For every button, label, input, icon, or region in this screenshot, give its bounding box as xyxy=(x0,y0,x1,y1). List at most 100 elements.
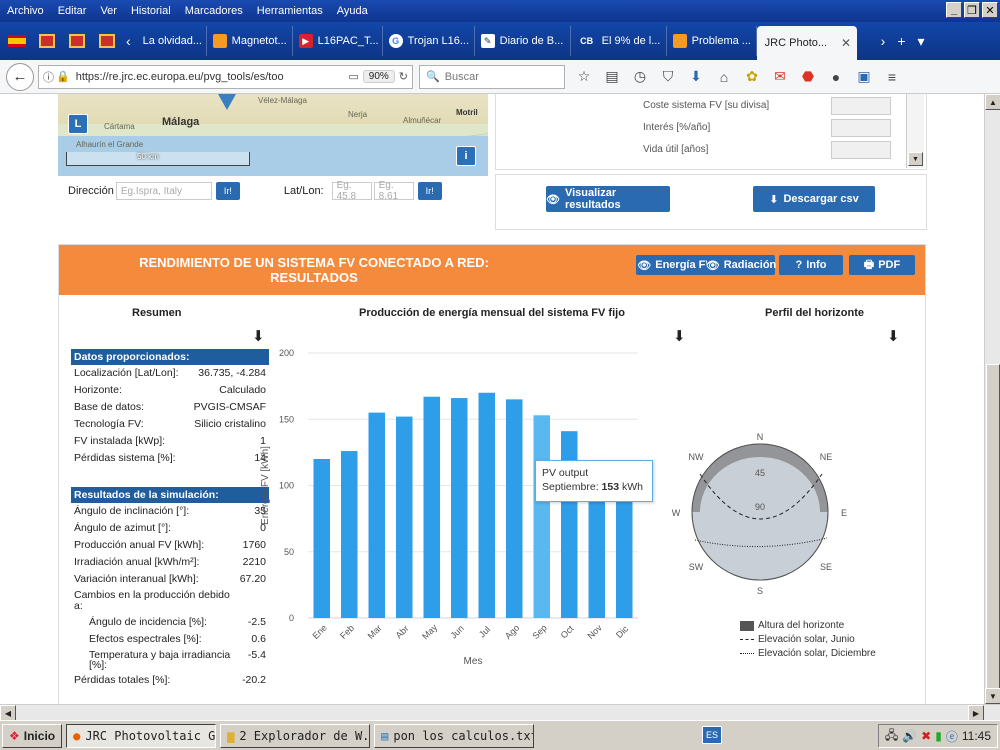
tab-active[interactable]: JRC Photo... ✕ xyxy=(756,26,857,60)
navigation-bar: ← ⓘ 🔒 https://re.jrc.ec.europa.eu/pvg_to… xyxy=(0,60,1000,94)
tab-1[interactable]: Magnetot... xyxy=(207,26,293,56)
url-text[interactable]: https://re.jrc.ec.europa.eu/pvg_tools/es… xyxy=(76,71,349,83)
language-indicator[interactable]: ES xyxy=(702,726,722,744)
hamburger-menu-icon[interactable]: ≡ xyxy=(883,69,901,85)
tab-6[interactable]: Problema ... xyxy=(667,26,757,56)
tab-2[interactable]: ▶ L16PAC_T... xyxy=(293,26,383,56)
menu-marcadores[interactable]: Marcadores xyxy=(178,5,250,17)
pinned-tab-1[interactable] xyxy=(34,28,60,54)
start-button[interactable]: ❖ Inicio xyxy=(2,723,63,748)
scroll-up-icon[interactable]: ▲ xyxy=(985,94,1000,110)
map-marker-icon[interactable] xyxy=(218,94,236,110)
menu-ver[interactable]: Ver xyxy=(93,5,124,17)
page-vertical-scrollbar[interactable]: ▲ ▼ xyxy=(984,94,1000,734)
map-town-label: Alhaurín el Grande xyxy=(76,140,144,149)
taskbar-notepad[interactable]: ▤ pon los calculos.txt ... xyxy=(374,723,535,748)
home-icon[interactable]: ⌂ xyxy=(715,69,733,85)
panel-scrollbar[interactable]: ▼ xyxy=(906,94,924,168)
chevron-left-icon[interactable]: ‹ xyxy=(120,33,137,49)
mail-icon[interactable]: ✉ xyxy=(771,68,789,85)
radiation-button[interactable]: 👁 Radiación xyxy=(706,255,776,275)
security-icon[interactable]: ✖ xyxy=(921,729,931,743)
back-button[interactable]: ← xyxy=(6,62,34,91)
lon-input[interactable]: Eg. 8.61 xyxy=(373,180,414,202)
tooltip-value: 153 xyxy=(601,481,620,493)
extension-icon[interactable]: ✿ xyxy=(743,68,761,85)
menu-historial[interactable]: Historial xyxy=(124,5,178,17)
row-label: Irradiación anual [kWh/m²]: xyxy=(74,556,200,568)
close-tab-icon[interactable]: ✕ xyxy=(841,36,851,50)
taskbar-explorer[interactable]: ▆ 2 Explorador de W... xyxy=(220,723,371,748)
network-icon[interactable]: 🖧 xyxy=(885,726,898,747)
ie-icon[interactable]: ⓔ xyxy=(946,728,958,745)
ring-45-label: 45 xyxy=(755,468,765,478)
tab-list-icon[interactable]: ▾ xyxy=(912,33,931,50)
bar xyxy=(368,412,385,618)
address-go-button[interactable]: Ir! xyxy=(215,182,240,200)
download-icon[interactable]: ⬇ xyxy=(687,68,705,85)
reload-icon[interactable]: ↻ xyxy=(399,70,408,83)
url-bar[interactable]: ⓘ 🔒 https://re.jrc.ec.europa.eu/pvg_tool… xyxy=(38,64,413,89)
info-button[interactable]: ? Info xyxy=(779,255,843,275)
tab-5[interactable]: CB El 9% de l... xyxy=(571,26,667,56)
new-tab-icon[interactable]: + xyxy=(891,33,911,49)
extension-2-icon[interactable]: ● xyxy=(827,69,845,85)
close-window-button[interactable]: ✕ xyxy=(982,2,998,18)
window-controls: _ ❐ ✕ xyxy=(946,2,998,18)
summary-title: Resumen xyxy=(132,307,182,319)
visualize-results-button[interactable]: 👁 Visualizar resultados xyxy=(546,186,670,212)
signal-icon[interactable]: ▮ xyxy=(935,729,942,743)
download-chart-icon[interactable]: ⬇ xyxy=(673,327,686,345)
pinned-tab-spain[interactable] xyxy=(4,28,30,54)
pinned-tab-2[interactable] xyxy=(64,28,90,54)
tab-4[interactable]: ✎ Diario de B... xyxy=(475,26,571,56)
notification-icon[interactable]: ▣ xyxy=(855,68,873,85)
menu-ayuda[interactable]: Ayuda xyxy=(330,5,375,17)
menu-herramientas[interactable]: Herramientas xyxy=(250,5,330,17)
scroll-down-icon[interactable]: ▼ xyxy=(908,152,923,166)
restore-button[interactable]: ❐ xyxy=(964,2,980,18)
reader-view-icon[interactable]: ▭ xyxy=(348,70,358,83)
scroll-left-icon[interactable]: ◀ xyxy=(0,705,16,721)
red-logo-icon: ▶ xyxy=(298,34,313,48)
scroll-right-icon[interactable]: ▶ xyxy=(968,705,984,721)
map-layer-button[interactable]: L xyxy=(68,114,88,134)
adblock-icon[interactable]: ⬣ xyxy=(799,68,817,85)
address-input[interactable]: Eg.Ispra, Italy xyxy=(115,182,212,200)
info-icon[interactable]: ⓘ xyxy=(43,69,54,85)
library-icon[interactable]: ▤ xyxy=(603,68,621,85)
map-info-button[interactable]: i xyxy=(456,146,476,166)
lat-input[interactable]: Eg. 45.8 xyxy=(331,180,372,202)
tab-label: L16PAC_T... xyxy=(317,35,379,47)
tab-0[interactable]: La olvidad... xyxy=(137,26,207,56)
x-tick-label: May xyxy=(420,622,439,641)
energy-button[interactable]: 👁 Energía FV xyxy=(636,255,714,275)
pdf-button[interactable]: 🖶 PDF xyxy=(849,255,915,275)
volume-icon[interactable]: 🔊 xyxy=(902,729,917,743)
pinned-tab-3[interactable] xyxy=(94,28,120,54)
menu-archivo[interactable]: Archivo xyxy=(0,5,51,17)
page-horizontal-scrollbar[interactable]: ◀ ▶ xyxy=(0,704,1000,721)
scroll-down-icon[interactable]: ▼ xyxy=(985,688,1000,704)
cost-input[interactable] xyxy=(831,97,891,115)
tab-3[interactable]: G Trojan L16... xyxy=(383,26,475,56)
zoom-indicator[interactable]: 90% xyxy=(362,70,395,83)
lifetime-input[interactable] xyxy=(831,141,891,159)
latlon-go-button[interactable]: Ir! xyxy=(417,182,442,200)
map-town-label: Motril xyxy=(456,108,478,117)
download-horizon-icon[interactable]: ⬇ xyxy=(887,327,900,345)
clock-icon[interactable]: ◷ xyxy=(631,68,649,85)
minimize-button[interactable]: _ xyxy=(946,2,962,18)
menu-editar[interactable]: Editar xyxy=(51,5,94,17)
search-input[interactable]: 🔍 Buscar xyxy=(419,64,565,89)
row-label: Ángulo de inclinación [°]: xyxy=(74,505,190,517)
chevron-right-icon[interactable]: › xyxy=(875,33,892,49)
horizon-profile-chart: N NE E SE S SW W NW 45 90 xyxy=(672,432,847,596)
interest-input[interactable] xyxy=(831,119,891,137)
download-csv-button[interactable]: ⬇ Descargar csv xyxy=(753,186,875,212)
pocket-icon[interactable]: ⛉ xyxy=(659,68,677,85)
location-map[interactable]: Málaga Cártama Alhaurín el Grande Vélez-… xyxy=(58,94,488,176)
bookmark-star-icon[interactable]: ☆ xyxy=(575,68,593,85)
scroll-thumb[interactable] xyxy=(986,364,1000,734)
taskbar-firefox[interactable]: ● JRC Photovoltaic G... xyxy=(66,723,217,748)
